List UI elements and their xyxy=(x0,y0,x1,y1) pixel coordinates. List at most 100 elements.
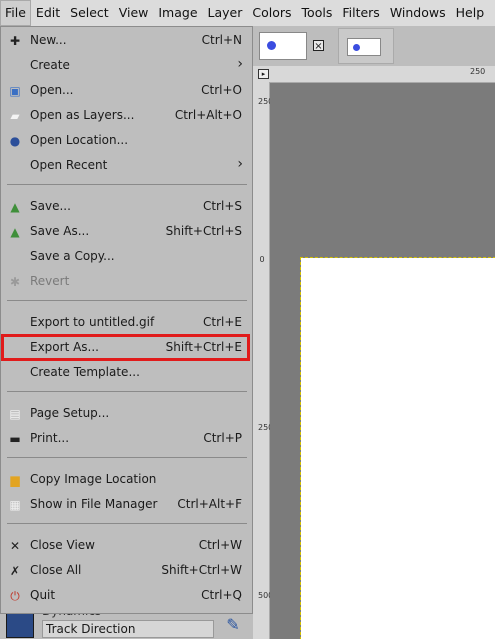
ruler-label: 250 xyxy=(258,423,274,432)
menu-tools[interactable]: Tools xyxy=(297,0,338,26)
menu-separator xyxy=(7,523,247,524)
close-icon: ✕ xyxy=(9,539,21,553)
ruler-label: 500 xyxy=(258,591,274,600)
open-layers-icon: ▰ xyxy=(10,109,20,123)
menu-item-create[interactable]: Create › xyxy=(1,54,252,78)
file-menu: ✚ New... Ctrl+N Create › ▣ Open... Ctrl+… xyxy=(0,26,253,614)
menu-item-shortcut: Ctrl+Q xyxy=(201,588,242,602)
save-icon: ▲ xyxy=(10,200,20,214)
close-all-icon: ✗ xyxy=(9,564,21,578)
highlight-box xyxy=(1,334,250,361)
globe-icon: ● xyxy=(9,134,21,148)
menu-item-save-copy[interactable]: Save a Copy... xyxy=(1,245,252,269)
horizontal-ruler[interactable] xyxy=(253,66,495,83)
menu-item-label: Open as Layers... xyxy=(30,108,135,122)
menu-item-label: New... xyxy=(30,33,67,47)
menu-item-create-template[interactable]: Create Template... xyxy=(1,361,252,385)
menu-item-save-as[interactable]: ▲ Save As... Shift+Ctrl+S xyxy=(1,220,252,244)
menu-item-label: Open... xyxy=(30,83,74,97)
revert-icon: ✱ xyxy=(9,275,21,289)
menu-item-label: Save a Copy... xyxy=(30,249,115,263)
dynamics-field[interactable]: Track Direction xyxy=(42,620,214,638)
quick-mask-toggle-icon[interactable]: ▸ xyxy=(258,69,269,79)
menu-item-show-in-file-manager[interactable]: ▦ Show in File Manager Ctrl+Alt+F xyxy=(1,493,252,517)
dot-shape xyxy=(353,44,360,51)
menu-separator xyxy=(7,457,247,458)
chevron-right-icon: › xyxy=(237,56,243,72)
save-as-icon: ▲ xyxy=(10,225,20,239)
menu-item-shortcut: Ctrl+W xyxy=(198,538,242,552)
menu-item-label: Page Setup... xyxy=(30,406,110,420)
menu-item-label: Revert xyxy=(30,274,70,288)
menu-item-quit[interactable]: ⏻ Quit Ctrl+Q xyxy=(1,584,252,608)
menu-item-label: Show in File Manager xyxy=(30,497,158,511)
ruler-label: 250 xyxy=(470,67,486,76)
menu-item-print[interactable]: ▬ Print... Ctrl+P xyxy=(1,427,252,451)
image-canvas[interactable] xyxy=(300,257,495,639)
menu-file[interactable]: File xyxy=(0,0,31,26)
menu-item-shortcut: Ctrl+Alt+O xyxy=(174,108,242,122)
menu-item-new[interactable]: ✚ New... Ctrl+N xyxy=(1,29,252,53)
menu-item-label: Create xyxy=(30,58,70,72)
menu-filters[interactable]: Filters xyxy=(337,0,384,26)
menu-item-label: Print... xyxy=(30,431,70,445)
menu-item-label: Save As... xyxy=(30,224,90,238)
copy-location-icon: ▆ xyxy=(10,473,20,487)
menu-item-shortcut: Ctrl+S xyxy=(202,199,242,213)
dynamics-icon[interactable] xyxy=(6,612,34,638)
brush-icon[interactable]: ✎ xyxy=(220,612,246,638)
image-tab-thumbnail-active[interactable] xyxy=(347,38,381,56)
menu-item-label: Close View xyxy=(30,538,95,552)
menu-item-label: Copy Image Location xyxy=(30,472,157,486)
menu-item-open-recent[interactable]: Open Recent › xyxy=(1,154,252,178)
menu-item-copy-image-location[interactable]: ▆ Copy Image Location xyxy=(1,468,252,492)
menu-layer[interactable]: Layer xyxy=(203,0,248,26)
menu-item-label: Export to untitled.gif xyxy=(30,315,155,329)
menu-item-save[interactable]: ▲ Save... Ctrl+S xyxy=(1,195,252,219)
menu-item-open-location[interactable]: ● Open Location... xyxy=(1,129,252,153)
menu-view[interactable]: View xyxy=(114,0,154,26)
close-icon[interactable]: × xyxy=(313,40,324,52)
menu-item-label: Create Template... xyxy=(30,365,140,379)
print-icon: ▬ xyxy=(9,432,21,446)
ruler-label: 0 xyxy=(259,255,265,264)
menu-item-open[interactable]: ▣ Open... Ctrl+O xyxy=(1,79,252,103)
image-tab-thumbnail[interactable] xyxy=(259,32,307,60)
quit-icon: ⏻ xyxy=(10,589,20,603)
menu-edit[interactable]: Edit xyxy=(31,0,65,26)
vertical-ruler[interactable] xyxy=(253,82,270,639)
menu-item-shortcut: Shift+Ctrl+W xyxy=(161,563,242,577)
menu-item-shortcut: Shift+Ctrl+S xyxy=(165,224,242,238)
menu-separator xyxy=(7,184,247,185)
menu-item-shortcut: Ctrl+N xyxy=(201,33,242,47)
menu-item-export-to[interactable]: Export to untitled.gif Ctrl+E xyxy=(1,311,252,335)
menu-select[interactable]: Select xyxy=(65,0,114,26)
dot-shape xyxy=(267,41,276,50)
menu-item-close-all[interactable]: ✗ Close All Shift+Ctrl+W xyxy=(1,559,252,583)
new-icon: ✚ xyxy=(9,34,21,48)
menu-item-shortcut: Ctrl+P xyxy=(203,431,242,445)
menu-separator xyxy=(7,300,247,301)
file-manager-icon: ▦ xyxy=(9,498,21,512)
menubar: File Edit Select View Image Layer Colors… xyxy=(0,0,495,26)
menu-item-label: Close All xyxy=(30,563,82,577)
menu-item-shortcut: Ctrl+O xyxy=(201,83,242,97)
open-icon: ▣ xyxy=(9,84,21,98)
menu-item-shortcut: Ctrl+E xyxy=(203,315,242,329)
menu-item-label: Save... xyxy=(30,199,71,213)
menu-item-label: Open Recent xyxy=(30,158,108,172)
menu-item-label: Quit xyxy=(30,588,56,602)
menu-separator xyxy=(7,391,247,392)
menu-help[interactable]: Help xyxy=(451,0,490,26)
menu-item-page-setup[interactable]: ▤ Page Setup... xyxy=(1,402,252,426)
page-setup-icon: ▤ xyxy=(9,407,21,421)
menu-item-label: Open Location... xyxy=(30,133,129,147)
menu-item-open-as-layers[interactable]: ▰ Open as Layers... Ctrl+Alt+O xyxy=(1,104,252,128)
chevron-right-icon: › xyxy=(237,156,243,172)
menu-windows[interactable]: Windows xyxy=(385,0,451,26)
menu-item-close-view[interactable]: ✕ Close View Ctrl+W xyxy=(1,534,252,558)
menu-item-revert: ✱ Revert xyxy=(1,270,252,294)
menu-item-shortcut: Ctrl+Alt+F xyxy=(177,497,242,511)
menu-image[interactable]: Image xyxy=(153,0,202,26)
menu-colors[interactable]: Colors xyxy=(247,0,296,26)
